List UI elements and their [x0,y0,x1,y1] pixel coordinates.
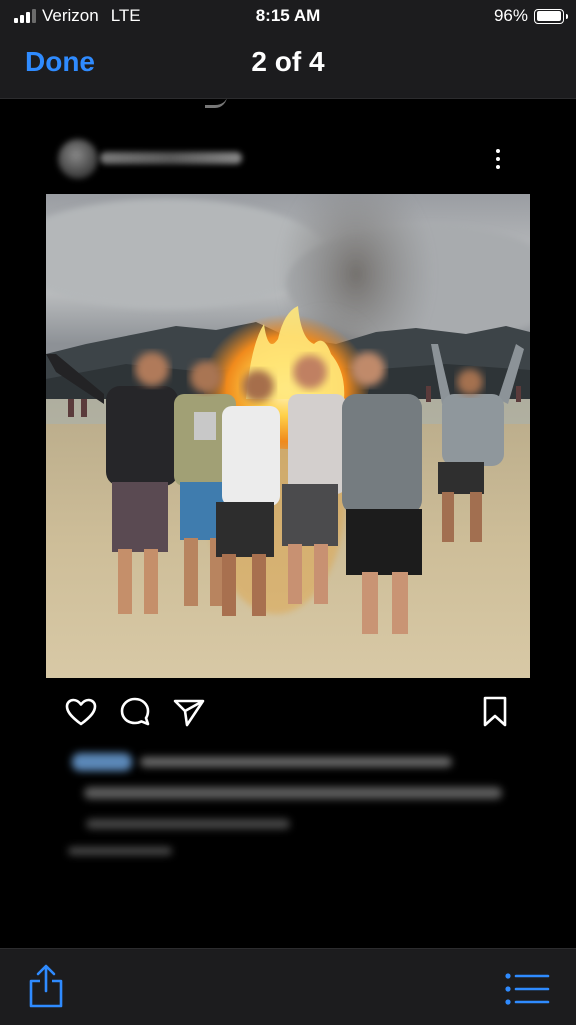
caption-blurred [84,787,502,799]
post-actions [0,693,576,733]
cropped-text-fragment [205,99,227,108]
send-icon[interactable] [170,693,208,731]
status-time: 8:15 AM [255,6,321,25]
page-counter-title: 2 of 4 [251,46,325,77]
more-options-icon[interactable] [486,147,510,173]
battery-percent: 96% [493,6,528,25]
post-photo [46,194,530,678]
screenshot-view [0,99,576,948]
likes-avatar-blurred [72,753,132,771]
status-right: 96% [493,6,568,26]
heart-icon[interactable] [62,693,100,731]
list-icon[interactable] [504,971,550,1007]
navigation-bar: Done 2 of 4 [0,34,576,99]
username-blurred [100,152,242,164]
likes-text-blurred [140,757,452,767]
battery-fill [536,11,561,21]
share-icon[interactable] [26,963,66,1009]
timestamp-blurred [68,847,172,855]
beach-bonfire-photo [46,194,530,678]
battery-nub [565,13,568,19]
avatar [58,139,98,179]
comment-icon[interactable] [116,693,154,731]
bookmark-icon[interactable] [476,693,514,731]
bottom-toolbar [0,948,576,1025]
battery-icon [534,8,568,24]
comments-link-blurred [86,819,290,829]
status-bar: Verizon LTE 8:15 AM 96% [0,0,576,34]
